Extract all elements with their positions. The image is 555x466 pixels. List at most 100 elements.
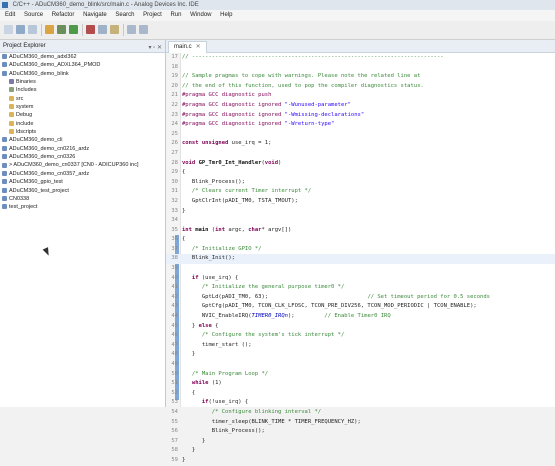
code-line[interactable]: 40 if (use_irq) { bbox=[166, 274, 555, 284]
menu-refactor[interactable]: Refactor bbox=[52, 10, 75, 21]
line-number: 43 bbox=[171, 303, 178, 310]
code-token: // Sample pragmas to cope with warnings.… bbox=[182, 73, 421, 80]
tree-item[interactable]: ADuCM360_demo_adxl362 bbox=[0, 53, 165, 61]
tree-item[interactable]: ADuCM360_demo_blink bbox=[0, 70, 165, 78]
code-line[interactable]: 36 { bbox=[166, 235, 555, 245]
code-line[interactable]: 19 // Sample pragmas to cope with warning… bbox=[166, 72, 555, 82]
code-line[interactable]: 39 bbox=[166, 264, 555, 274]
code-line[interactable]: 28 void GP_Tmr0_Int_Handler(void) bbox=[166, 159, 555, 169]
code-line[interactable]: 50 /* Main Program Loop */ bbox=[166, 370, 555, 380]
tree-item-label: ADuCM360_demo_cli bbox=[9, 137, 63, 144]
tree-item[interactable]: include bbox=[0, 120, 165, 128]
code-line[interactable]: 49 bbox=[166, 360, 555, 370]
tree-item[interactable]: ADuCM360_demo_cn0326 bbox=[0, 153, 165, 161]
menu-help[interactable]: Help bbox=[220, 10, 232, 21]
tree-item[interactable]: > ADuCM360_demo_cn0337 [CN0 - ADICUP360 … bbox=[0, 161, 165, 169]
code-line[interactable]: 38 Blink_Init(); bbox=[166, 254, 555, 265]
menu-bar: Edit Source Refactor Navigate Search Pro… bbox=[0, 10, 555, 21]
project-icon bbox=[2, 187, 7, 193]
tree-item[interactable]: ADuCM360_gpio_test bbox=[0, 178, 165, 186]
code-line[interactable]: 37 /* Initialize GPIO */ bbox=[166, 245, 555, 255]
back-icon[interactable] bbox=[127, 25, 136, 34]
code-token: } bbox=[182, 456, 186, 463]
menu-run[interactable]: Run bbox=[170, 10, 181, 21]
tree-item[interactable]: test_project bbox=[0, 203, 165, 211]
code-line[interactable]: 33} bbox=[166, 207, 555, 217]
project-explorer-tab[interactable]: Project Explorer ▾ ▫ ✕ bbox=[0, 40, 165, 53]
save-icon[interactable] bbox=[16, 25, 25, 34]
code-token: Blink_Process(); bbox=[182, 428, 265, 435]
tree-item[interactable]: src bbox=[0, 95, 165, 103]
menu-navigate[interactable]: Navigate bbox=[83, 10, 107, 21]
tree-item[interactable]: ADuCM360_test_project bbox=[0, 187, 165, 195]
code-line[interactable]: 41 /* Initialize the general purpose tim… bbox=[166, 283, 555, 293]
tree-item[interactable]: Debug bbox=[0, 111, 165, 119]
code-token: GptClrInt(pADI_TM0, TSTA_TMOUT); bbox=[182, 197, 298, 204]
new-file-icon[interactable] bbox=[4, 25, 13, 34]
code-line[interactable]: 47 timer_start (); bbox=[166, 341, 555, 351]
menu-source[interactable]: Source bbox=[24, 10, 43, 21]
code-editor[interactable]: main.c ✕ 17 // ---------------------------… bbox=[166, 40, 555, 463]
code-line[interactable]: 31 /* Clears current Timer interrupt */ bbox=[166, 187, 555, 197]
code-token: // Set timeout period for 0.5 seconds bbox=[367, 293, 490, 300]
code-line[interactable]: 46 /* Configure the system's tick interr… bbox=[166, 331, 555, 341]
code-line[interactable]: 29 { bbox=[166, 168, 555, 178]
code-line[interactable]: 58 } bbox=[166, 446, 555, 456]
code-line[interactable]: 43 GptCfg(pADI_TM0, TCON_CLK_LFOSC, TCON… bbox=[166, 302, 555, 312]
forward-icon[interactable] bbox=[139, 25, 148, 34]
code-line[interactable]: 57 } bbox=[166, 437, 555, 447]
tree-item[interactable]: Binaries bbox=[0, 78, 165, 86]
code-line[interactable]: 44 NVIC_EnableIRQ(TIMER0_IRQn); // Enabl… bbox=[166, 312, 555, 322]
save-all-icon[interactable] bbox=[28, 25, 37, 34]
menu-edit[interactable]: Edit bbox=[5, 10, 15, 21]
tree-item[interactable]: ADuCM360_demo_ADXL364_PMOD bbox=[0, 61, 165, 69]
code-line[interactable]: 27 bbox=[166, 149, 555, 159]
menu-window[interactable]: Window bbox=[190, 10, 211, 21]
project-icon bbox=[2, 154, 7, 160]
project-icon bbox=[2, 170, 7, 176]
build-icon[interactable] bbox=[45, 25, 54, 34]
code-line[interactable]: 56 Blink_Process(); bbox=[166, 427, 555, 437]
code-line[interactable]: 24 #pragma GCC diagnostic ignored "-Wretu… bbox=[166, 120, 555, 130]
code-line[interactable]: 26 const unsigned use_irq = 1; bbox=[166, 139, 555, 149]
code-line[interactable]: 51 while (1) bbox=[166, 379, 555, 389]
code-line[interactable]: 42 GptLd(pADI_TM0, 63); // Set timeout p… bbox=[166, 293, 555, 303]
code-line[interactable]: 25 bbox=[166, 130, 555, 140]
tree-item[interactable]: ADuCM360_demo_cli bbox=[0, 136, 165, 144]
code-line[interactable]: 30 Blink_Process(); bbox=[166, 178, 555, 188]
code-token: argc, bbox=[228, 226, 249, 233]
code-line[interactable]: 59} bbox=[166, 456, 555, 466]
tree-item[interactable]: ADuCM360_demo_cn0216_ardz bbox=[0, 145, 165, 153]
close-icon[interactable]: ✕ bbox=[196, 44, 201, 50]
code-line[interactable]: 18 bbox=[166, 63, 555, 73]
menu-search[interactable]: Search bbox=[115, 10, 134, 21]
panel-controls[interactable]: ▾ ▫ ✕ bbox=[149, 42, 163, 54]
code-line[interactable]: 48 } bbox=[166, 350, 555, 360]
code-line[interactable]: 17 // -----------------------------------… bbox=[166, 53, 555, 63]
tab-main-c[interactable]: main.c ✕ bbox=[168, 41, 207, 53]
code-line[interactable]: 54 /* Configure blinking interval */ bbox=[166, 408, 555, 418]
code-line[interactable]: 34 bbox=[166, 216, 555, 226]
code-line[interactable]: 21 #pragma GCC diagnostic push bbox=[166, 91, 555, 101]
code-line[interactable]: 55 timer_sleep(BLINK_TIME * TIMER_FREQUE… bbox=[166, 418, 555, 428]
tree-item[interactable]: system bbox=[0, 103, 165, 111]
debug-icon[interactable] bbox=[57, 25, 66, 34]
code-line[interactable]: 20 // the end of this function, used to p… bbox=[166, 82, 555, 92]
tree-item[interactable]: ADuCM360_demo_cn0357_ardz bbox=[0, 170, 165, 178]
open-folder-icon[interactable] bbox=[110, 25, 119, 34]
code-line[interactable]: 23 #pragma GCC diagnostic ignored "-Wmiss… bbox=[166, 111, 555, 121]
search-icon[interactable] bbox=[98, 25, 107, 34]
code-line[interactable]: 22 #pragma GCC diagnostic ignored "-Wunus… bbox=[166, 101, 555, 111]
code-line[interactable]: 32 GptClrInt(pADI_TM0, TSTA_TMOUT); bbox=[166, 197, 555, 207]
line-number: 50 bbox=[171, 370, 178, 377]
code-lines[interactable]: 17 // -----------------------------------… bbox=[166, 53, 555, 466]
tree-item[interactable]: Includes bbox=[0, 86, 165, 94]
code-line[interactable]: 52 { bbox=[166, 389, 555, 399]
code-line[interactable]: 45 } else { bbox=[166, 322, 555, 332]
tree-item[interactable]: CN0338 bbox=[0, 195, 165, 203]
tree-item[interactable]: ldscripts bbox=[0, 128, 165, 136]
code-line[interactable]: 35 int main (int argc, char* argv[]) bbox=[166, 226, 555, 236]
run-icon[interactable] bbox=[69, 25, 78, 34]
menu-project[interactable]: Project bbox=[143, 10, 162, 21]
stop-icon[interactable] bbox=[86, 25, 95, 34]
